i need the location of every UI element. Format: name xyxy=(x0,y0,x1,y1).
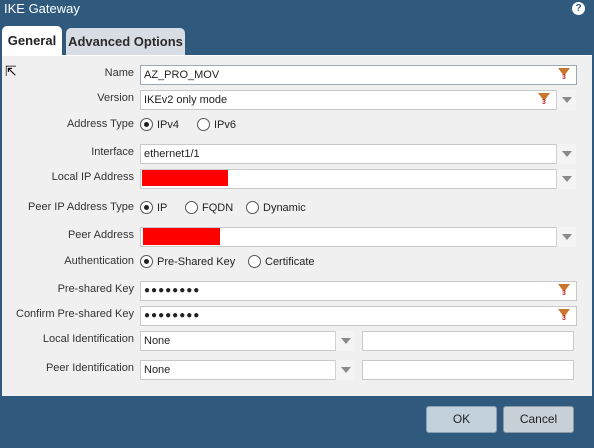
radio-icon xyxy=(248,254,261,268)
peer-ip-type-label: Peer IP Address Type xyxy=(28,201,134,213)
redaction xyxy=(143,228,220,245)
radio-selected-icon xyxy=(140,254,153,268)
cancel-button[interactable]: Cancel xyxy=(503,406,574,433)
radio-fqdn[interactable]: FQDN xyxy=(185,200,233,216)
version-select[interactable]: IKEv2 only mode xyxy=(140,90,557,110)
confirm-psk-input[interactable]: ●●●●●●●● xyxy=(140,306,577,326)
radio-pre-shared-key[interactable]: Pre-Shared Key xyxy=(140,254,235,270)
tab-general[interactable]: General xyxy=(2,26,62,56)
chevron-down-icon[interactable] xyxy=(335,331,355,351)
name-row: Name AZ_PRO_MOV 3 xyxy=(0,65,594,85)
radio-certificate[interactable]: Certificate xyxy=(248,254,315,270)
override-badge-icon[interactable]: 3 xyxy=(557,67,571,83)
radio-dynamic[interactable]: Dynamic xyxy=(246,200,306,216)
dialog-title: IKE Gateway xyxy=(4,1,80,16)
interface-row: Interface ethernet1/1 xyxy=(0,144,594,164)
local-id-value-input[interactable] xyxy=(362,331,574,351)
peer-id-label: Peer Identification xyxy=(45,362,134,374)
tab-advanced-options[interactable]: Advanced Options xyxy=(66,28,185,56)
peer-id-select[interactable]: None xyxy=(140,360,355,380)
help-icon[interactable]: ? xyxy=(572,2,585,15)
local-ip-label: Local IP Address xyxy=(51,171,134,183)
chevron-down-icon[interactable] xyxy=(556,90,576,110)
ok-button[interactable]: OK xyxy=(426,406,497,433)
radio-ip[interactable]: IP xyxy=(140,200,167,216)
radio-ipv6[interactable]: IPv6 xyxy=(197,117,236,133)
local-ip-row: Local IP Address xyxy=(0,169,594,189)
override-badge-icon[interactable]: 3 xyxy=(537,92,551,108)
local-id-row: Local Identification None xyxy=(0,331,594,351)
version-row: Version IKEv2 only mode 3 xyxy=(0,90,594,110)
address-type-label: Address Type xyxy=(66,118,134,130)
address-type-row: Address Type IPv4 IPv6 xyxy=(0,116,594,136)
radio-icon xyxy=(185,200,198,214)
radio-ipv4[interactable]: IPv4 xyxy=(140,117,179,133)
override-badge-icon[interactable]: 3 xyxy=(557,283,571,299)
override-badge-icon[interactable]: 3 xyxy=(557,308,571,324)
interface-select[interactable]: ethernet1/1 xyxy=(140,144,557,164)
authentication-row: Authentication Pre-Shared Key Certificat… xyxy=(0,253,594,273)
radio-selected-icon xyxy=(140,200,153,214)
name-input[interactable]: AZ_PRO_MOV xyxy=(140,65,577,85)
name-label: Name xyxy=(104,67,134,79)
psk-label: Pre-shared Key xyxy=(57,283,134,295)
radio-icon xyxy=(246,200,259,214)
radio-selected-icon xyxy=(140,117,153,131)
chevron-down-icon[interactable] xyxy=(556,169,576,189)
chevron-down-icon[interactable] xyxy=(556,227,576,247)
confirm-psk-row: Confirm Pre-shared Key ●●●●●●●● 3 xyxy=(0,306,594,326)
peer-id-value-input[interactable] xyxy=(362,360,574,380)
peer-address-row: Peer Address xyxy=(0,227,594,247)
authentication-label: Authentication xyxy=(64,255,134,267)
chevron-down-icon[interactable] xyxy=(556,144,576,164)
peer-id-row: Peer Identification None xyxy=(0,360,594,380)
redaction xyxy=(142,170,228,186)
peer-ip-type-row: Peer IP Address Type IP FQDN Dynamic xyxy=(0,199,594,219)
chevron-down-icon[interactable] xyxy=(335,360,355,380)
psk-row: Pre-shared Key ●●●●●●●● 3 xyxy=(0,281,594,301)
radio-icon xyxy=(197,117,210,131)
interface-label: Interface xyxy=(91,146,134,158)
title-bar: IKE Gateway ? xyxy=(0,0,594,22)
version-label: Version xyxy=(97,92,134,104)
local-id-select[interactable]: None xyxy=(140,331,355,351)
peer-address-label: Peer Address xyxy=(67,229,134,241)
local-id-label: Local Identification xyxy=(42,333,134,345)
confirm-psk-label: Confirm Pre-shared Key xyxy=(16,308,134,320)
psk-input[interactable]: ●●●●●●●● xyxy=(140,281,577,301)
